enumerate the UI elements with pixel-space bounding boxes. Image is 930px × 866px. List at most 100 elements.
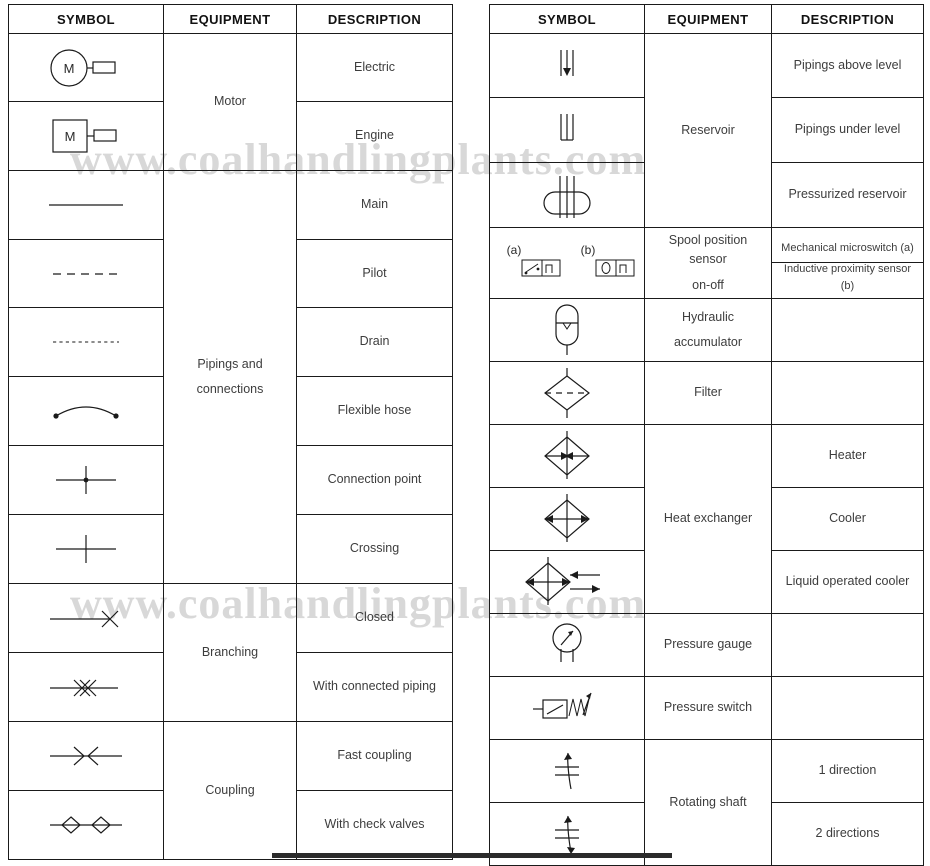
symbol-cell <box>8 445 164 515</box>
table-row: Hydraulic accumulator <box>489 298 924 363</box>
description-cell-empty <box>771 613 924 678</box>
equipment-label-line2: on-off <box>692 277 724 292</box>
description-label: Crossing <box>349 541 400 556</box>
equipment-label-line1: Pipings and <box>197 356 263 371</box>
equipment-cell-coupling: Coupling <box>163 721 297 860</box>
equipment-label: Filter <box>694 385 722 400</box>
description-cell: Fast coupling <box>296 721 453 791</box>
equipment-cell-branching: Branching <box>163 583 297 722</box>
description-label: With connected piping <box>313 679 436 694</box>
main-line-symbol <box>9 197 163 213</box>
description-label: Pipings under level <box>794 122 901 137</box>
reservoir-pipings-under-level-symbol <box>490 106 644 154</box>
description-cell: Crossing <box>296 514 453 584</box>
description-cell: Flexible hose <box>296 376 453 446</box>
equipment-label: Reservoir <box>681 122 735 137</box>
description-label: Heater <box>828 448 867 463</box>
filter-symbol <box>490 364 644 422</box>
symbol-cell <box>489 298 645 363</box>
equipment-label: Pressure gauge <box>663 637 753 652</box>
equipment-label-line1: Hydraulic <box>681 309 735 324</box>
equipment-cell-pipings: Pipings and connections <box>163 170 297 584</box>
closed-branch-symbol <box>9 603 163 633</box>
description-label: Pipings above level <box>793 57 902 72</box>
cooler-symbol <box>490 490 644 548</box>
symbol-cell <box>8 307 164 377</box>
description-label: 2 directions <box>815 826 880 841</box>
symbol-cell <box>489 33 645 98</box>
symbol-cell <box>489 424 645 489</box>
description-cell: Liquid operated cooler <box>771 550 924 615</box>
description-label: Fast coupling <box>337 748 412 763</box>
bottom-decorative-bar <box>272 853 672 858</box>
table-row: Filter <box>489 361 924 426</box>
table-row: Pressure switch <box>489 676 924 741</box>
equipment-label-line2: accumulator <box>673 335 743 350</box>
svg-text:M: M <box>65 129 76 144</box>
table-row: Coupling Fast coupling <box>8 721 453 860</box>
column-header-symbol: SYMBOL <box>8 4 164 34</box>
liquid-operated-cooler-symbol <box>490 553 644 611</box>
description-label: Pilot <box>362 265 387 280</box>
symbol-cell <box>489 676 645 741</box>
equipment-label: Rotating shaft <box>669 794 747 809</box>
description-label: Closed <box>355 610 394 625</box>
symbol-cell <box>8 239 164 308</box>
symbol-cell <box>489 613 645 678</box>
description-label: Engine <box>355 128 394 143</box>
description-label: Connection point <box>327 472 422 487</box>
equipment-cell-spool-sensor: Spool position sensor on-off <box>644 226 772 300</box>
description-sub-b: Inductive proximity sensor (b) <box>772 263 923 292</box>
spool-position-sensor-symbols: (a) (b) <box>490 238 644 288</box>
column-header-symbol: SYMBOL <box>489 4 645 34</box>
equipment-label: Motor <box>214 94 246 109</box>
description-cell: Connection point <box>296 445 453 515</box>
crossing-symbol <box>9 531 163 567</box>
description-label: Drain <box>359 334 390 349</box>
spool-annotation-a: (a) <box>507 243 522 257</box>
equipment-cell-pressure-switch: Pressure switch <box>644 676 772 741</box>
description-cell-empty <box>771 676 924 741</box>
table-row: Heat exchanger Heater <box>489 424 924 615</box>
connection-point-symbol <box>9 462 163 498</box>
equipment-label: Heat exchanger <box>663 511 753 526</box>
equipment-label: Pressure switch <box>663 700 753 715</box>
symbol-cell <box>489 487 645 552</box>
description-label: Cooler <box>829 511 866 526</box>
column-header-description: DESCRIPTION <box>296 4 453 34</box>
symbol-cell <box>8 170 164 240</box>
equipment-cell-motor: Motor <box>163 33 297 171</box>
description-cell: Pipings above level <box>771 33 924 98</box>
description-label-b: Inductive proximity sensor (b) <box>783 262 912 292</box>
reservoir-pipings-above-level-symbol <box>490 42 644 90</box>
description-cell: Electric <box>296 33 453 102</box>
symbol-cell <box>8 721 164 791</box>
diagram-sheet: SYMBOL EQUIPMENT DESCRIPTION M Motor Ele… <box>0 0 930 866</box>
equipment-label: Coupling <box>205 782 255 797</box>
symbol-cell <box>8 376 164 446</box>
column-header-equipment: EQUIPMENT <box>163 4 297 34</box>
description-label: Pressurized reservoir <box>788 187 907 202</box>
equipment-cell-reservoir: Reservoir <box>644 33 772 228</box>
description-cell-empty <box>771 298 924 363</box>
table-row: Pressure gauge <box>489 613 924 678</box>
symbol-cell <box>489 550 645 615</box>
description-label: Electric <box>354 59 395 74</box>
table-row: Branching Closed <box>8 583 453 722</box>
equipment-cell-accumulator: Hydraulic accumulator <box>644 298 772 363</box>
symbol-cell <box>8 790 164 860</box>
pressure-switch-symbol <box>490 683 644 733</box>
equipment-cell-rotating-shaft: Rotating shaft <box>644 739 772 866</box>
connected-piping-branch-symbol <box>9 672 163 702</box>
description-cell: Engine <box>296 101 453 171</box>
heater-symbol <box>490 427 644 485</box>
drain-dotted-line-symbol <box>9 334 163 350</box>
table-row: Pipings and connections Main <box>8 170 453 584</box>
rotating-shaft-one-direction-symbol <box>490 745 644 797</box>
table-row: M Motor Electric <box>8 33 453 171</box>
table-row: (a) (b) Spool position sensor on-off Mec… <box>489 226 924 300</box>
symbol-cell <box>489 97 645 163</box>
equipment-label: Branching <box>201 644 259 659</box>
equipment-cell-pressure-gauge: Pressure gauge <box>644 613 772 678</box>
description-cell: Main <box>296 170 453 240</box>
